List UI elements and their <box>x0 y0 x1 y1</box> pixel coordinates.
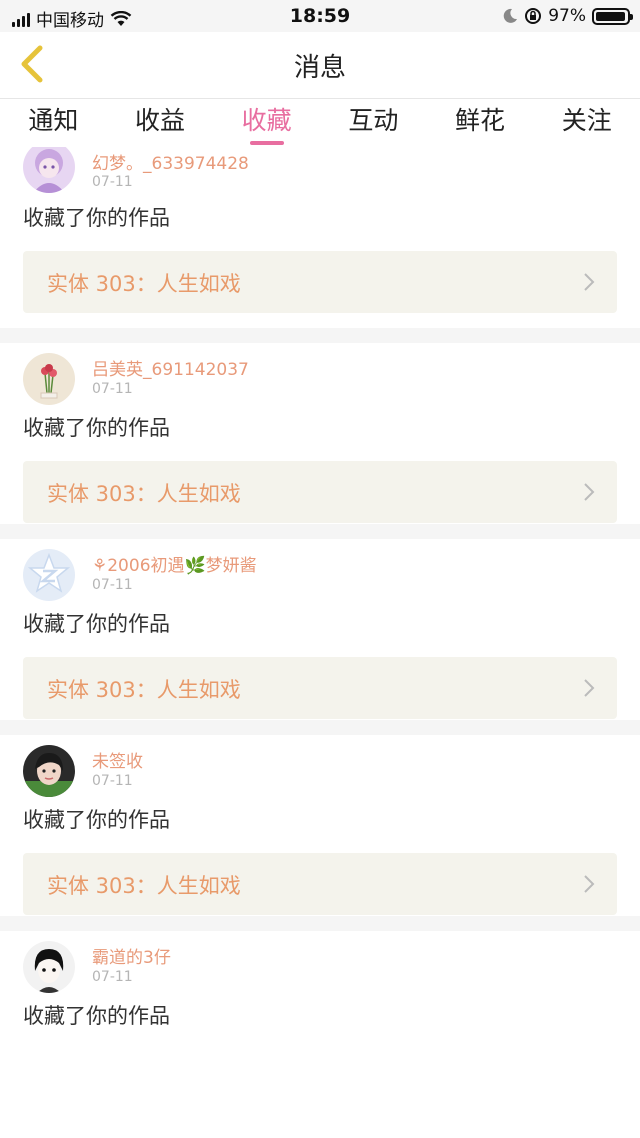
battery-icon <box>592 7 633 25</box>
chevron-right-icon <box>584 273 595 291</box>
action-text: 收藏了你的作品 <box>23 416 170 440</box>
message-date: 07-11 <box>92 174 133 190</box>
user-row: ⚘2006初遇🌿梦妍酱 07-11 <box>23 539 617 603</box>
message-date: 07-11 <box>92 381 133 397</box>
chevron-right-icon <box>584 875 595 893</box>
action-text: 收藏了你的作品 <box>23 1004 170 1028</box>
work-link[interactable]: 实体 303：人生如戏 <box>23 853 617 915</box>
tab-favorites[interactable]: 收藏 <box>213 99 320 147</box>
avatar[interactable] <box>23 549 75 601</box>
user-name[interactable]: 霸道的3仔 <box>92 943 171 968</box>
tab-bar: 通知 收益 收藏 互动 鲜花 关注 <box>0 99 640 147</box>
list-item: 未签收 07-11 收藏了你的作品 实体 303：人生如戏 <box>0 735 640 916</box>
avatar[interactable] <box>23 941 75 993</box>
chevron-right-icon <box>584 679 595 697</box>
action-text: 收藏了你的作品 <box>23 206 170 230</box>
tab-label: 通知 <box>28 106 79 135</box>
tab-label: 收益 <box>135 106 186 135</box>
active-tab-indicator <box>249 141 284 145</box>
page-title: 消息 <box>293 53 346 83</box>
tab-flowers[interactable]: 鲜花 <box>427 99 534 147</box>
status-bar: 中国移动 18:59 97% <box>0 0 640 32</box>
work-title: 实体 303：人生如戏 <box>47 272 241 296</box>
chevron-right-icon <box>584 483 595 501</box>
user-row: 霸道的3仔 07-11 <box>23 931 617 995</box>
user-name[interactable]: ⚘2006初遇🌿梦妍酱 <box>92 551 257 576</box>
status-right: 97% <box>502 6 633 26</box>
avatar[interactable] <box>23 745 75 797</box>
separator <box>0 524 640 539</box>
tab-label: 鲜花 <box>455 106 506 135</box>
tab-earnings[interactable]: 收益 <box>107 99 214 147</box>
message-date: 07-11 <box>92 969 133 985</box>
list-item: ⚘2006初遇🌿梦妍酱 07-11 收藏了你的作品 实体 303：人生如戏 <box>0 539 640 720</box>
tab-label: 互动 <box>348 106 399 135</box>
user-name[interactable]: 未签收 <box>92 747 143 772</box>
message-date: 07-11 <box>92 773 133 789</box>
work-title: 实体 303：人生如戏 <box>47 482 241 506</box>
nav-bar: 消息 <box>0 32 640 99</box>
user-row: 未签收 07-11 <box>23 735 617 799</box>
moon-icon <box>503 8 518 23</box>
message-date: 07-11 <box>92 577 133 593</box>
list-item: 霸道的3仔 07-11 收藏了你的作品 <box>0 931 640 1112</box>
user-name[interactable]: 幻梦。_633974428 <box>92 149 249 174</box>
list-item: 幻梦。_633974428 07-11 收藏了你的作品 实体 303：人生如戏 <box>0 147 640 328</box>
action-text: 收藏了你的作品 <box>23 808 170 832</box>
work-title: 实体 303：人生如戏 <box>47 874 241 898</box>
tab-interaction[interactable]: 互动 <box>320 99 427 147</box>
list-item: 吕美英_691142037 07-11 收藏了你的作品 实体 303：人生如戏 <box>0 343 640 524</box>
user-row: 幻梦。_633974428 07-11 <box>23 147 617 197</box>
avatar[interactable] <box>23 147 75 193</box>
tab-notice[interactable]: 通知 <box>0 99 107 147</box>
tab-label: 收藏 <box>241 106 292 135</box>
tab-label: 关注 <box>561 106 612 135</box>
separator <box>0 328 640 343</box>
work-link[interactable]: 实体 303：人生如戏 <box>23 251 617 313</box>
user-name[interactable]: 吕美英_691142037 <box>92 355 249 380</box>
separator <box>0 720 640 735</box>
action-text: 收藏了你的作品 <box>23 612 170 636</box>
work-link[interactable]: 实体 303：人生如戏 <box>23 657 617 719</box>
user-row: 吕美英_691142037 07-11 <box>23 343 617 407</box>
battery-percent: 97% <box>548 6 586 26</box>
separator <box>0 916 640 931</box>
tab-following[interactable]: 关注 <box>533 99 640 147</box>
work-link[interactable]: 实体 303：人生如戏 <box>23 461 617 523</box>
work-title: 实体 303：人生如戏 <box>47 678 241 702</box>
rotation-lock-icon <box>525 8 542 24</box>
message-list[interactable]: 幻梦。_633974428 07-11 收藏了你的作品 实体 303：人生如戏 <box>0 147 640 1138</box>
avatar[interactable] <box>23 353 75 405</box>
